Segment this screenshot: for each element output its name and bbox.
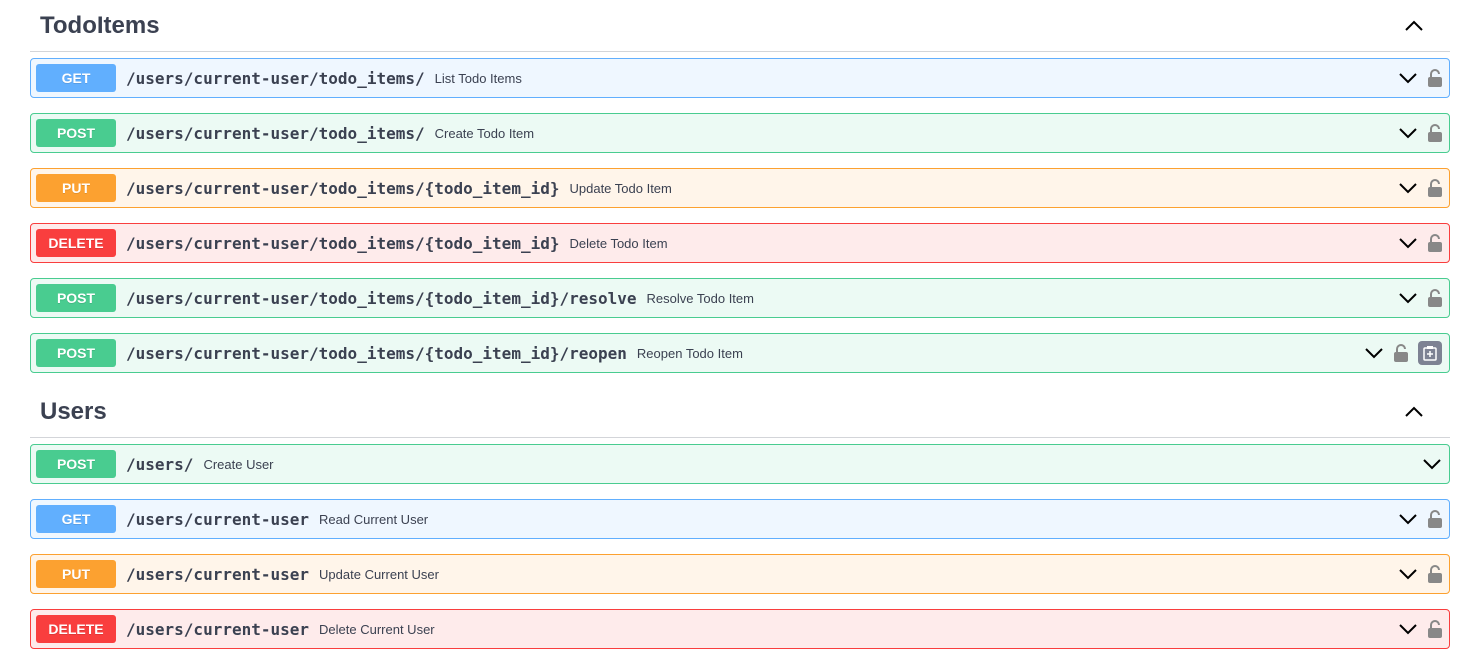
operation-path: /users/current-user/todo_items/{todo_ite…	[126, 343, 627, 363]
operation-controls	[1398, 179, 1444, 197]
section-title: TodoItems	[40, 11, 160, 39]
operation-controls	[1364, 341, 1444, 365]
chevron-up-icon[interactable]	[1404, 402, 1424, 422]
chevron-down-icon[interactable]	[1398, 182, 1418, 194]
operation-row[interactable]: PUT /users/current-user Update Current U…	[30, 554, 1450, 594]
method-badge: GET	[36, 64, 116, 92]
tag-section-todoitems: TodoItems GET /users/current-user/todo_i…	[30, 0, 1450, 373]
section-header[interactable]: TodoItems	[30, 0, 1450, 52]
clipboard-icon[interactable]	[1418, 341, 1442, 365]
operation-path: /users/current-user/todo_items/{todo_ite…	[126, 288, 637, 308]
operation-row[interactable]: POST /users/current-user/todo_items/ Cre…	[30, 113, 1450, 153]
chevron-down-icon[interactable]	[1398, 623, 1418, 635]
lock-icon[interactable]	[1394, 344, 1408, 362]
operation-path: /users/current-user/todo_items/{todo_ite…	[126, 233, 560, 253]
method-badge: POST	[36, 119, 116, 147]
operation-summary: Delete Current User	[319, 621, 435, 637]
operation-path: /users/current-user/todo_items/	[126, 123, 425, 143]
method-badge: POST	[36, 284, 116, 312]
lock-icon[interactable]	[1428, 69, 1442, 87]
operation-controls	[1398, 124, 1444, 142]
operation-summary: Update Current User	[319, 566, 439, 582]
tag-section-users: Users POST /users/ Create User GET /user…	[30, 386, 1450, 649]
operation-summary: Reopen Todo Item	[636, 345, 743, 361]
operation-controls	[1398, 565, 1444, 583]
chevron-down-icon[interactable]	[1398, 127, 1418, 139]
chevron-down-icon[interactable]	[1398, 568, 1418, 580]
operation-path: /users/current-user	[126, 619, 310, 639]
method-badge: GET	[36, 505, 116, 533]
method-badge: POST	[36, 450, 116, 478]
operation-summary: Read Current User	[319, 511, 429, 527]
lock-icon[interactable]	[1428, 124, 1442, 142]
operation-row[interactable]: PUT /users/current-user/todo_items/{todo…	[30, 168, 1450, 208]
operation-summary: Create User	[203, 456, 274, 472]
chevron-down-icon[interactable]	[1398, 292, 1418, 304]
operation-path: /users/current-user/todo_items/{todo_ite…	[126, 178, 560, 198]
operation-summary: Delete Todo Item	[569, 235, 668, 251]
chevron-up-icon[interactable]	[1404, 16, 1424, 36]
lock-icon[interactable]	[1428, 234, 1442, 252]
lock-icon[interactable]	[1428, 289, 1442, 307]
chevron-down-icon[interactable]	[1364, 347, 1384, 359]
lock-icon[interactable]	[1428, 565, 1442, 583]
method-badge: POST	[36, 339, 116, 367]
operation-controls	[1398, 289, 1444, 307]
operation-controls	[1398, 234, 1444, 252]
chevron-down-icon[interactable]	[1398, 237, 1418, 249]
operation-controls	[1398, 510, 1444, 528]
operation-path: /users/	[126, 454, 194, 474]
operation-path: /users/current-user/todo_items/	[126, 68, 425, 88]
lock-icon[interactable]	[1428, 510, 1442, 528]
operation-controls	[1398, 620, 1444, 638]
lock-icon[interactable]	[1428, 179, 1442, 197]
method-badge: PUT	[36, 174, 116, 202]
operation-controls	[1422, 458, 1444, 470]
operation-summary: List Todo Items	[434, 70, 522, 86]
chevron-down-icon[interactable]	[1422, 458, 1442, 470]
operation-row[interactable]: GET /users/current-user Read Current Use…	[30, 499, 1450, 539]
section-title: Users	[40, 397, 107, 425]
chevron-down-icon[interactable]	[1398, 513, 1418, 525]
operation-row[interactable]: POST /users/current-user/todo_items/{tod…	[30, 333, 1450, 373]
chevron-down-icon[interactable]	[1398, 72, 1418, 84]
operation-summary: Create Todo Item	[434, 125, 535, 141]
method-badge: DELETE	[36, 229, 116, 257]
method-badge: PUT	[36, 560, 116, 588]
operation-row[interactable]: POST /users/ Create User	[30, 444, 1450, 484]
operation-row[interactable]: DELETE /users/current-user Delete Curren…	[30, 609, 1450, 649]
operation-path: /users/current-user	[126, 564, 310, 584]
operation-row[interactable]: DELETE /users/current-user/todo_items/{t…	[30, 223, 1450, 263]
lock-icon[interactable]	[1428, 620, 1442, 638]
operation-summary: Resolve Todo Item	[646, 290, 754, 306]
method-badge: DELETE	[36, 615, 116, 643]
operation-controls	[1398, 69, 1444, 87]
section-header[interactable]: Users	[30, 386, 1450, 438]
operation-row[interactable]: GET /users/current-user/todo_items/ List…	[30, 58, 1450, 98]
operation-row[interactable]: POST /users/current-user/todo_items/{tod…	[30, 278, 1450, 318]
operation-path: /users/current-user	[126, 509, 310, 529]
operation-summary: Update Todo Item	[569, 180, 672, 196]
